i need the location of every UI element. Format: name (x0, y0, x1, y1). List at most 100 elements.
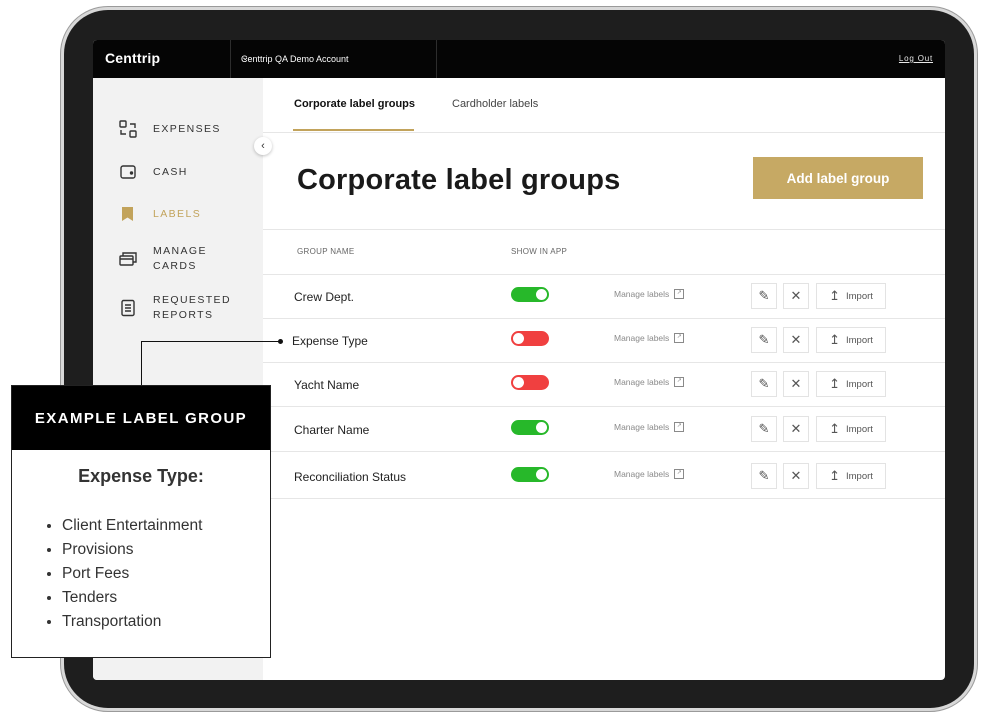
edit-button[interactable]: ✎ (751, 416, 777, 442)
toggle-knob (536, 289, 547, 300)
upload-icon: ↥ (829, 421, 840, 436)
manage-labels-label: Manage labels (614, 469, 670, 479)
upload-icon: ↥ (829, 468, 840, 483)
sidebar-item-label: LABELS (153, 208, 202, 220)
import-label: Import (845, 334, 873, 346)
show-in-app-toggle[interactable] (511, 467, 549, 482)
upload-icon: ↥ (829, 376, 840, 391)
table-row: Yacht Name Manage labels ↗ ✎ ✕ ↥ Import (263, 362, 945, 407)
sidebar-item-cash[interactable]: CASH (119, 163, 188, 181)
table-row: Crew Dept. Manage labels ↗ ✎ ✕ ↥ Import (263, 274, 945, 319)
example-list: Client Entertainment Provisions Port Fee… (42, 514, 202, 634)
group-name: Yacht Name (294, 378, 360, 392)
toggle-knob (536, 422, 547, 433)
top-bar: Centtrip Centtrip QA Demo Account ⌄ Log … (93, 40, 945, 78)
manage-labels-link[interactable]: Manage labels ↗ (614, 377, 685, 387)
list-item: Provisions (62, 538, 202, 562)
manage-labels-link[interactable]: Manage labels ↗ (614, 289, 685, 299)
edit-button[interactable]: ✎ (751, 283, 777, 309)
toggle-knob (513, 377, 524, 388)
sidebar-item-expenses[interactable]: EXPENSES (119, 120, 221, 138)
sidebar-item-labels[interactable]: LABELS (119, 205, 201, 223)
edit-button[interactable]: ✎ (751, 371, 777, 397)
upload-icon: ↥ (829, 288, 840, 303)
table-row: Reconciliation Status Manage labels ↗ ✎ ✕ ↥ Im… (263, 454, 945, 499)
delete-button[interactable]: ✕ (783, 463, 809, 489)
import-button[interactable]: ↥ Import (816, 283, 886, 309)
manage-labels-label: Manage labels (614, 377, 670, 387)
manage-labels-link[interactable]: Manage labels ↗ (614, 333, 685, 343)
wallet-icon (119, 163, 137, 181)
callout-dot (278, 339, 283, 344)
delete-button[interactable]: ✕ (783, 371, 809, 397)
sidebar-item-label: CASH (153, 166, 188, 178)
toggle-knob (536, 469, 547, 480)
callout-connector (141, 341, 142, 386)
manage-labels-label: Manage labels (614, 333, 670, 343)
edit-button[interactable]: ✎ (751, 327, 777, 353)
import-label: Import (845, 470, 873, 482)
show-in-app-toggle[interactable] (511, 287, 549, 302)
import-button[interactable]: ↥ Import (816, 327, 886, 353)
expenses-icon (119, 120, 137, 138)
import-button[interactable]: ↥ Import (816, 416, 886, 442)
close-icon: ✕ (790, 421, 802, 436)
group-name: Charter Name (294, 423, 370, 437)
manage-labels-link[interactable]: Manage labels ↗ (614, 469, 685, 479)
sidebar-item-requested-reports[interactable]: REQUESTED REPORTS (119, 293, 233, 323)
account-selector[interactable]: Centtrip QA Demo Account ⌄ (230, 40, 437, 78)
close-icon: ✕ (790, 468, 802, 483)
sidebar-item-label: REQUESTED REPORTS (153, 294, 231, 321)
close-icon: ✕ (790, 332, 802, 347)
import-label: Import (845, 423, 873, 435)
active-tab-indicator (293, 129, 414, 131)
toggle-knob (513, 333, 524, 344)
manage-labels-link[interactable]: Manage labels ↗ (614, 422, 685, 432)
logout-link[interactable]: Log Out (899, 54, 933, 63)
cards-icon (119, 250, 137, 268)
group-name: Crew Dept. (294, 290, 355, 304)
pencil-icon: ✎ (758, 468, 770, 483)
bookmark-icon (119, 205, 137, 223)
add-label-group-button[interactable]: Add label group (753, 157, 923, 199)
import-button[interactable]: ↥ Import (816, 463, 886, 489)
group-name: Reconciliation Status (294, 470, 407, 484)
import-label: Import (845, 378, 873, 390)
column-header-show-in-app: SHOW IN APP (511, 247, 568, 256)
delete-button[interactable]: ✕ (783, 283, 809, 309)
callout-connector (141, 341, 281, 342)
show-in-app-toggle[interactable] (511, 420, 549, 435)
delete-button[interactable]: ✕ (783, 416, 809, 442)
external-link-icon: ↗ (674, 422, 685, 432)
tab-cardholder-labels[interactable]: Cardholder labels (452, 98, 538, 110)
table-row: Charter Name Manage labels ↗ ✎ ✕ ↥ Import (263, 407, 945, 452)
show-in-app-toggle[interactable] (511, 375, 549, 390)
external-link-icon: ↗ (674, 289, 685, 299)
tab-corporate-label-groups[interactable]: Corporate label groups (294, 98, 415, 110)
pencil-icon: ✎ (758, 376, 770, 391)
close-icon: ✕ (790, 288, 802, 303)
table-row: Expense Type Manage labels ↗ ✎ ✕ ↥ Import (263, 318, 945, 363)
collapse-sidebar-button[interactable]: ‹ (254, 137, 272, 155)
page-title: Corporate label groups (297, 164, 621, 196)
chevron-down-icon: ⌄ (241, 52, 250, 63)
list-item: Transportation (62, 610, 202, 634)
show-in-app-toggle[interactable] (511, 331, 549, 346)
close-icon: ✕ (790, 376, 802, 391)
manage-labels-label: Manage labels (614, 422, 670, 432)
upload-icon: ↥ (829, 332, 840, 347)
report-icon (119, 299, 137, 317)
list-item: Port Fees (62, 562, 202, 586)
edit-button[interactable]: ✎ (751, 463, 777, 489)
sidebar-item-label: MANAGE CARDS (153, 245, 207, 272)
manage-labels-label: Manage labels (614, 289, 670, 299)
pencil-icon: ✎ (758, 332, 770, 347)
sidebar-item-manage-cards[interactable]: MANAGE CARDS (119, 244, 223, 274)
import-button[interactable]: ↥ Import (816, 371, 886, 397)
import-label: Import (845, 290, 873, 302)
external-link-icon: ↗ (674, 333, 685, 343)
group-name: Expense Type (292, 334, 368, 348)
example-title: Expense Type: (78, 466, 204, 486)
delete-button[interactable]: ✕ (783, 327, 809, 353)
pencil-icon: ✎ (758, 421, 770, 436)
